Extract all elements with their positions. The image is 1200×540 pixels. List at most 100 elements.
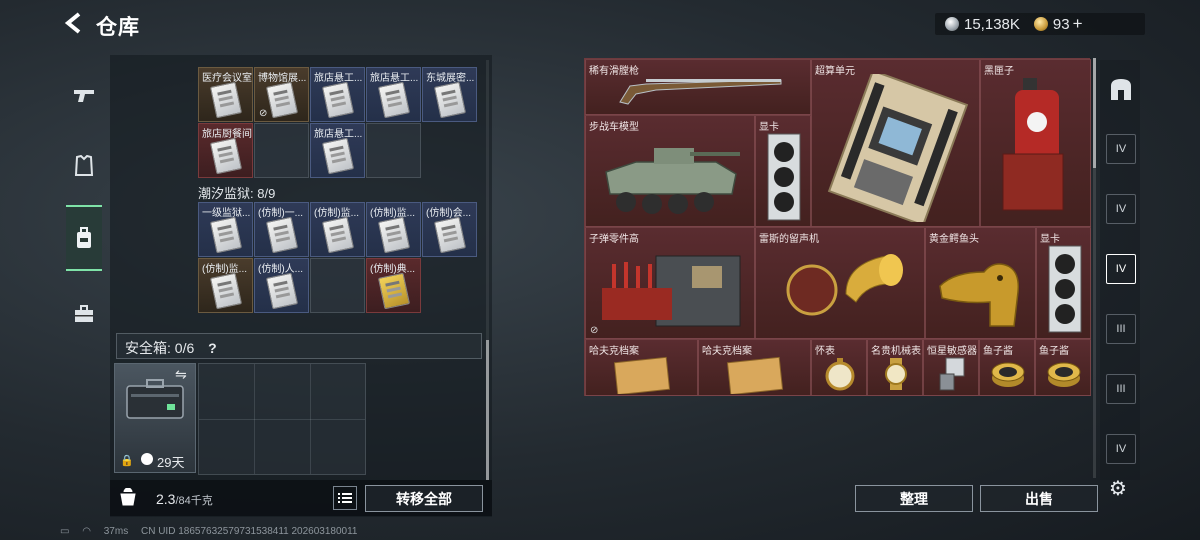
briefcase-icon xyxy=(75,305,93,322)
stash-scrollbar-thumb[interactable] xyxy=(1093,58,1096,168)
stash-item-gpu-1[interactable]: 显卡 xyxy=(755,115,811,227)
help-button[interactable]: ? xyxy=(208,340,217,356)
stash-item-haavk-file-2[interactable]: 哈夫克档案 xyxy=(698,339,811,396)
musket-icon xyxy=(619,79,782,105)
key-card-slot[interactable]: 旅店悬工... xyxy=(366,67,421,122)
key-card-slot[interactable]: 博物馆展... ⊘ xyxy=(254,67,309,122)
tier-4-folder-icon: IV xyxy=(1115,143,1127,155)
list-view-button[interactable] xyxy=(333,486,357,510)
key-card-slot[interactable]: 一级监狱... xyxy=(198,202,253,257)
stash-item-haavk-file-1[interactable]: 哈夫克档案 xyxy=(585,339,698,396)
stash-item-pocket-watch[interactable]: 怀表 xyxy=(811,339,867,396)
stash-item-gpu-2[interactable]: 显卡 xyxy=(1036,227,1091,339)
key-card-slot[interactable]: (仿制)监... xyxy=(198,258,253,313)
swap-icon[interactable]: ⇋ xyxy=(175,366,187,383)
item-label: (仿制)监... xyxy=(370,208,415,219)
stash-item-ifv-model[interactable]: 步战车模型 xyxy=(585,115,755,227)
key-card-slot[interactable]: (仿制)一... xyxy=(254,202,309,257)
empty-slot[interactable] xyxy=(254,123,309,178)
key-card-icon xyxy=(265,272,299,310)
stash-item-black-box[interactable]: 黑匣子 xyxy=(980,59,1091,227)
safe-box-label: 安全箱: 0/6 xyxy=(125,340,195,356)
stash-tab-5[interactable]: III xyxy=(1106,314,1136,344)
stash-tab-7[interactable]: IV xyxy=(1106,434,1136,464)
key-card-slot[interactable]: (仿制)典... xyxy=(366,258,421,313)
key-card-slot[interactable]: (仿制)监... xyxy=(310,202,365,257)
key-card-icon xyxy=(377,81,411,119)
stash-item-caviar-2[interactable]: 鱼子酱 xyxy=(1035,339,1091,396)
key-card-slot[interactable]: 旅店悬工... xyxy=(310,67,365,122)
nav-cases[interactable] xyxy=(66,281,102,347)
silver-amount: 15,138K xyxy=(964,15,1020,33)
stash-item-caviar-1[interactable]: 鱼子酱 xyxy=(979,339,1035,396)
add-currency-button[interactable]: + xyxy=(1073,14,1083,34)
uid-text: CN UID 18657632579731538411 202603180011 xyxy=(140,526,358,537)
empty-slot[interactable] xyxy=(310,258,365,313)
safe-box-grid[interactable] xyxy=(198,363,366,475)
item-label: 名贵机械表 xyxy=(871,346,921,357)
key-card-icon xyxy=(209,137,243,175)
container-group-1: 医疗会议室 博物馆展... ⊘ 旅店悬工... 旅店悬工... 东城展密... 旅店厨餐间 旅… xyxy=(198,67,478,179)
nav-backpack[interactable] xyxy=(66,205,102,271)
left-scrollbar-thumb[interactable] xyxy=(486,340,489,480)
stash-tab-3[interactable]: IV xyxy=(1106,194,1136,224)
sell-button[interactable]: 出售 xyxy=(980,485,1098,512)
item-label: 黄金鳄鱼头 xyxy=(929,234,979,245)
stash-tab-6[interactable]: III xyxy=(1106,374,1136,404)
graphics-card-icon xyxy=(1048,245,1082,333)
item-label: (仿制)会... xyxy=(426,208,471,219)
key-card-icon xyxy=(321,137,355,175)
home-tab[interactable] xyxy=(1106,74,1136,104)
weight-max: /84 xyxy=(175,495,191,507)
no-insure-icon: ⊘ xyxy=(259,108,268,119)
tier-3-tool-icon: III xyxy=(1116,383,1126,395)
page-title: 仓库 xyxy=(96,16,140,39)
list-icon xyxy=(338,493,352,503)
key-card-icon xyxy=(377,216,411,254)
key-card-icon xyxy=(209,216,243,254)
organize-button[interactable]: 整理 xyxy=(855,485,973,512)
armor-icon xyxy=(74,155,94,176)
stash-item-star-sensor[interactable]: 恒星敏感器 xyxy=(923,339,979,396)
nav-weapons[interactable] xyxy=(66,63,102,129)
tier-4-tv-icon: IV xyxy=(1115,263,1127,275)
circuit-board-icon xyxy=(827,74,969,222)
key-card-slot[interactable]: 旅店厨餐间 xyxy=(198,123,253,178)
key-card-slot[interactable]: 旅店悬工... xyxy=(310,123,365,178)
item-label: 恒星敏感器 xyxy=(927,346,977,357)
home-icon xyxy=(1111,79,1131,100)
key-card-icon xyxy=(209,81,243,119)
item-label: (仿制)监... xyxy=(314,208,359,219)
settings-button[interactable]: ⚙ xyxy=(1106,476,1130,500)
stash-item-bullet-parts[interactable]: 子弹零件高 ⊘ xyxy=(585,227,755,339)
safe-case-icon xyxy=(126,379,184,419)
key-card-slot[interactable]: (仿制)人... xyxy=(254,258,309,313)
item-label: (仿制)人... xyxy=(258,264,303,275)
key-card-slot[interactable]: (仿制)会... xyxy=(422,202,477,257)
clock-icon xyxy=(141,453,153,465)
back-button[interactable] xyxy=(60,10,86,36)
item-label: 旅店悬工... xyxy=(314,73,363,84)
transfer-all-button[interactable]: 转移全部 xyxy=(365,485,483,512)
gramophone-icon xyxy=(786,254,903,316)
caviar-tin-icon xyxy=(991,362,1025,387)
wristwatch-icon xyxy=(885,358,907,390)
key-card-slot[interactable]: 医疗会议室 xyxy=(198,67,253,122)
safe-box-item[interactable]: ⇋ 🔒 29天 xyxy=(114,363,196,473)
stash-item-golden-croc-head[interactable]: 黄金鳄鱼头 xyxy=(925,227,1036,339)
stash-tab-2[interactable]: IV xyxy=(1106,134,1136,164)
key-card-slot[interactable]: (仿制)监... xyxy=(366,202,421,257)
weight-value: 2.3/84千克 xyxy=(156,491,213,508)
lock-icon: 🔒 xyxy=(120,455,134,467)
stash-item-supercomputer[interactable]: 超算单元 xyxy=(811,59,980,227)
tier-4-box-icon: IV xyxy=(1115,443,1127,455)
stash-item-gramophone[interactable]: 雷斯的留声机 xyxy=(755,227,925,339)
empty-slot[interactable] xyxy=(366,123,421,178)
stash-tab-4[interactable]: IV xyxy=(1106,254,1136,284)
graphics-card-icon xyxy=(767,133,801,221)
stash-item-musket[interactable]: 稀有滑膛枪 xyxy=(585,59,811,115)
safe-days-remaining: 29天 xyxy=(157,455,185,470)
stash-item-luxury-watch[interactable]: 名贵机械表 xyxy=(867,339,923,396)
nav-armor[interactable] xyxy=(66,133,102,199)
key-card-slot[interactable]: 东城展密... xyxy=(422,67,477,122)
